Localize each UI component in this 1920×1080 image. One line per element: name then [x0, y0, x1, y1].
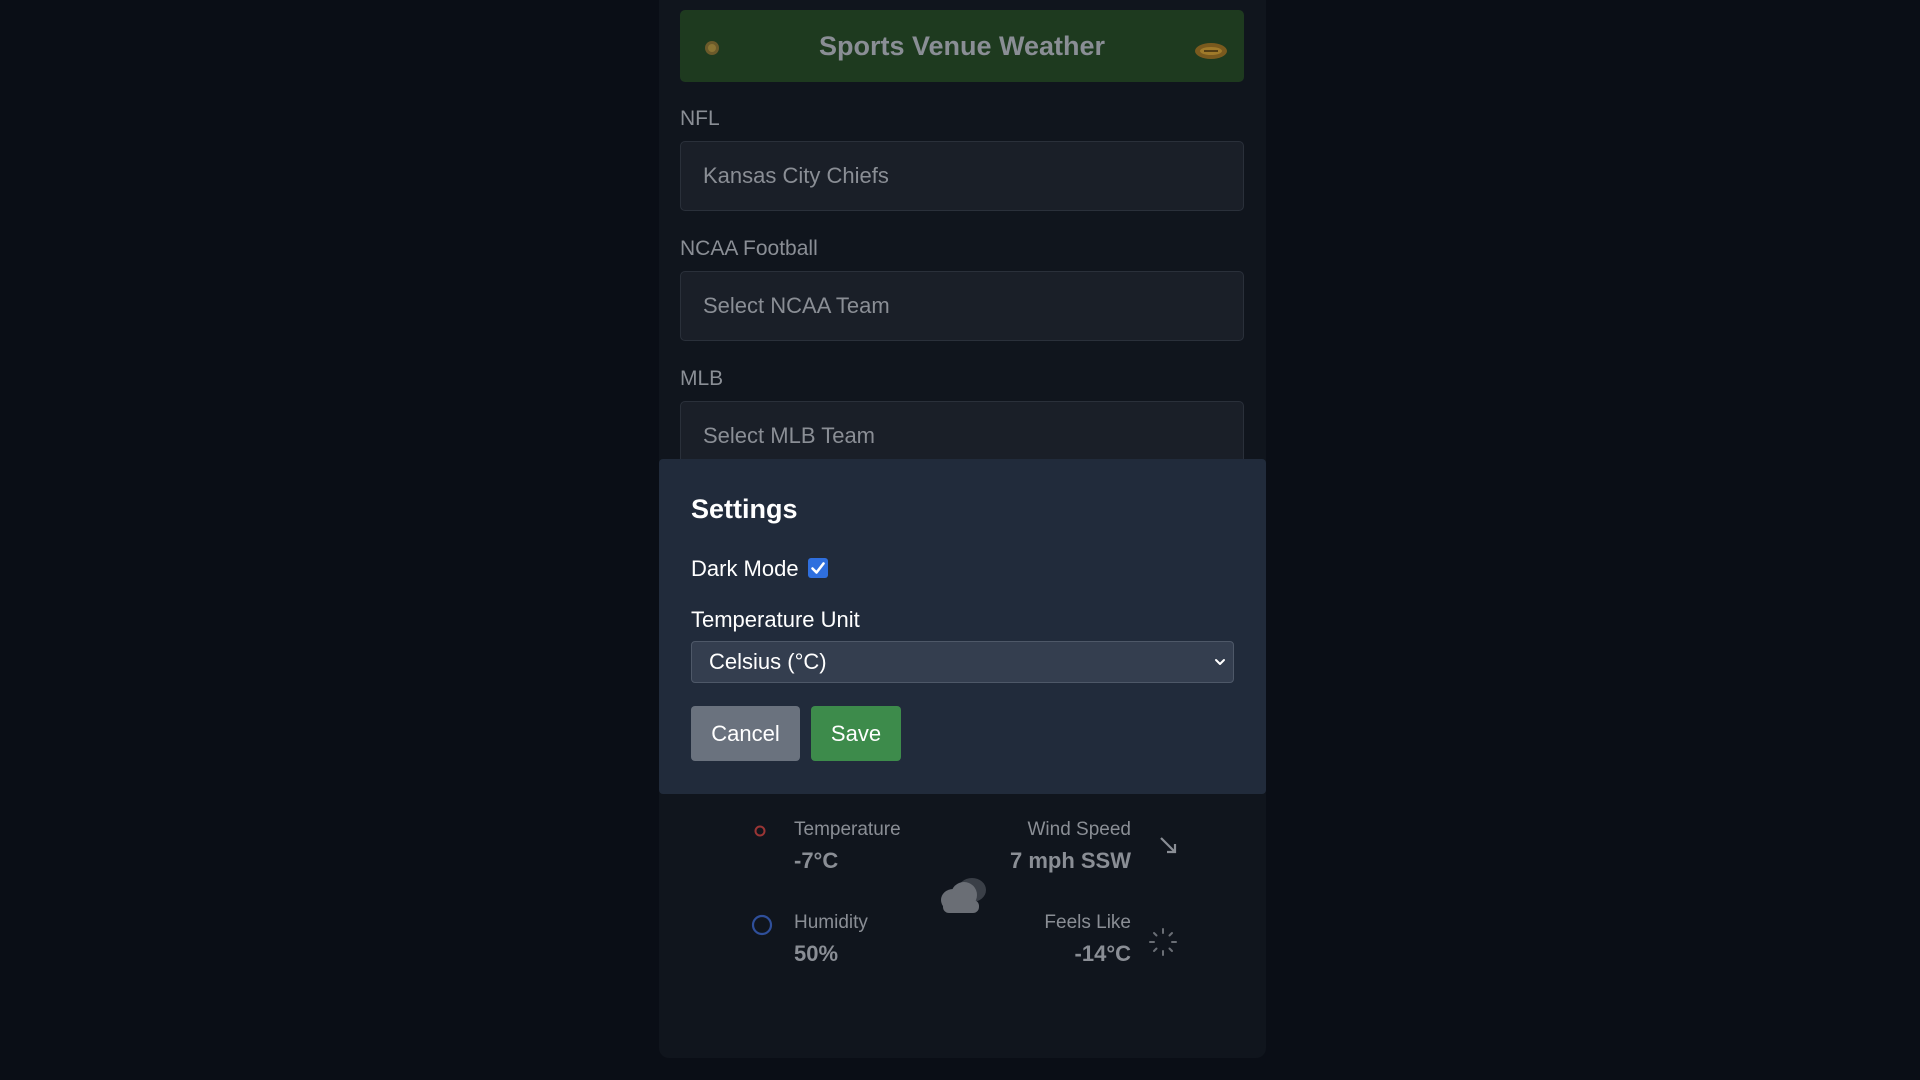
- temperature-unit-select[interactable]: Celsius (°C): [691, 641, 1234, 683]
- temperature-value: -7°C: [794, 848, 839, 873]
- humidity-value: 50%: [794, 941, 839, 966]
- thermometer-icon: [754, 825, 766, 837]
- wind-direction-icon: [1160, 837, 1177, 854]
- checkmark-icon: [811, 562, 825, 574]
- mlb-label: MLB: [680, 367, 724, 390]
- app-title: Sports Venue Weather: [818, 31, 1106, 61]
- humidity-label: Humidity: [794, 912, 868, 933]
- settings-modal: Settings Dark Mode Temperature Unit Cels…: [659, 459, 1266, 794]
- nfl-team-select[interactable]: Kansas City Chiefs: [680, 141, 1244, 211]
- temperature-unit-label: Temperature Unit: [691, 607, 860, 632]
- save-button[interactable]: Save: [811, 706, 901, 761]
- settings-title: Settings: [691, 494, 798, 524]
- wind-speed-label: Wind Speed: [1027, 819, 1131, 840]
- chevron-down-icon: [1215, 659, 1225, 665]
- temperature-unit-value: Celsius (°C): [709, 649, 827, 674]
- temperature-label: Temperature: [794, 819, 901, 840]
- loading-spinner-icon: [1149, 928, 1177, 956]
- nfl-label: NFL: [680, 107, 720, 130]
- dark-mode-checkbox[interactable]: [808, 558, 828, 578]
- app-header: Sports Venue Weather: [680, 10, 1244, 82]
- cancel-button[interactable]: Cancel: [691, 706, 800, 761]
- ncaa-label: NCAA Football: [680, 237, 818, 260]
- football-icon: [1195, 43, 1227, 59]
- feels-like-label: Feels Like: [1044, 912, 1131, 933]
- dark-mode-label: Dark Mode: [691, 556, 799, 581]
- ncaa-team-select[interactable]: Select NCAA Team: [680, 271, 1244, 341]
- cloud-icon: [941, 878, 986, 913]
- feels-like-value: -14°C: [1074, 941, 1131, 966]
- humidity-icon: [751, 914, 773, 936]
